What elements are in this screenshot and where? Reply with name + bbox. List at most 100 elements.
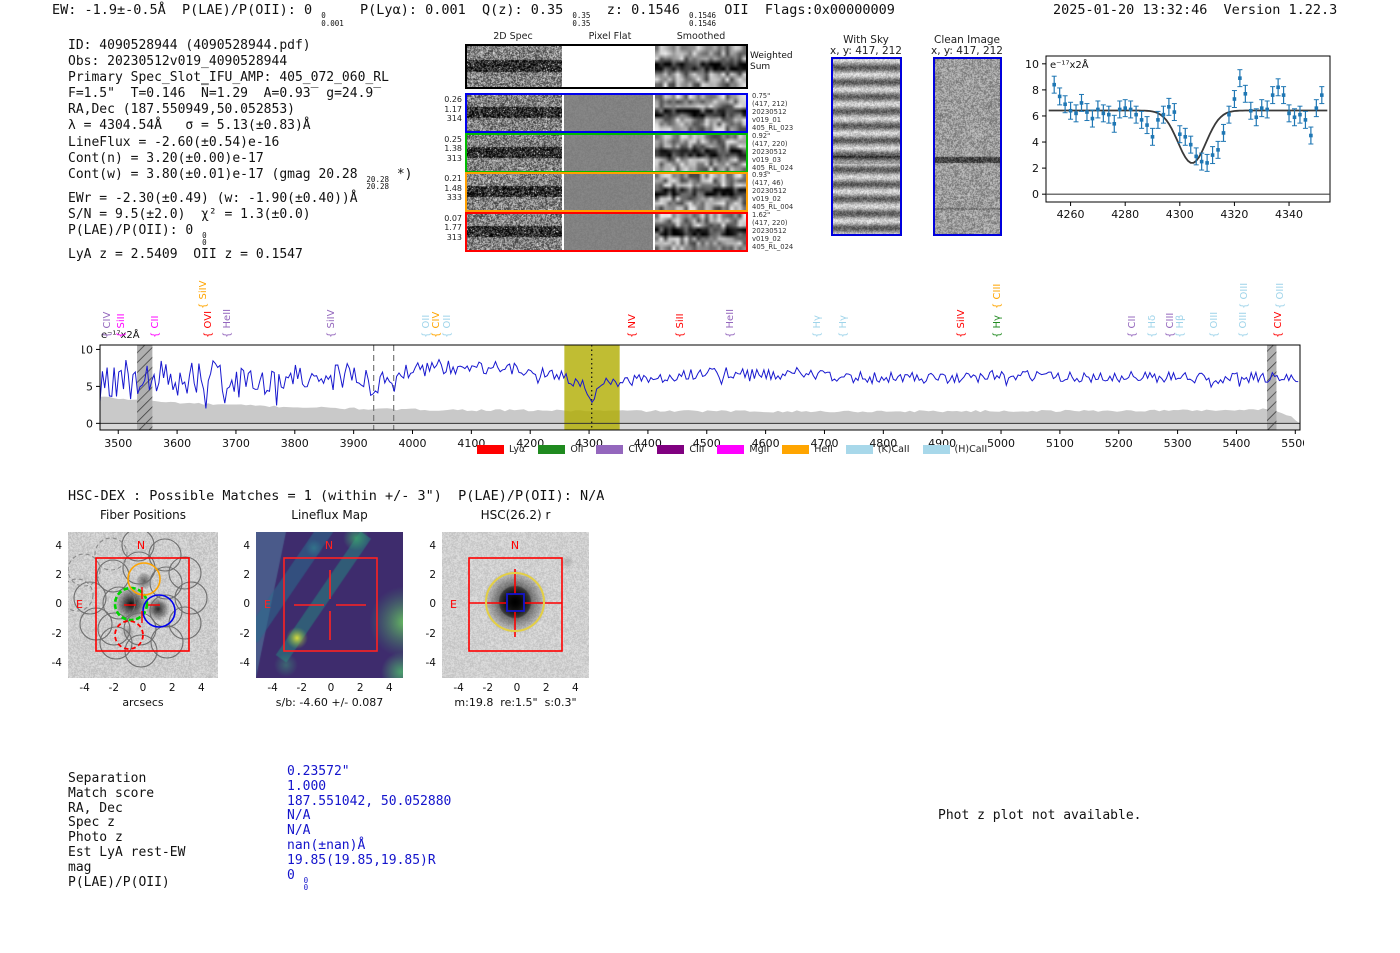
svg-text:N: N	[325, 539, 333, 552]
legend-item-(K)CaII: (K)CaII	[845, 444, 910, 455]
match-table-value: 0.23572"	[287, 764, 350, 779]
report-timestamp: 2025-01-20 13:32:46 Version 1.22.3	[1053, 2, 1337, 18]
info-line: LineFlux = -2.60(±0.54)e-16	[68, 134, 280, 150]
svg-text:2: 2	[1032, 162, 1039, 175]
svg-text:4000: 4000	[399, 437, 427, 450]
svg-text:4: 4	[1032, 136, 1039, 149]
svg-text:N: N	[511, 539, 519, 552]
info-line: λ = 4304.54Å σ = 5.13(±0.83)Å	[68, 118, 311, 134]
legend-swatch	[922, 445, 950, 454]
legend-swatch	[477, 445, 504, 454]
ytick-label: 4	[429, 540, 436, 552]
legend-swatch	[657, 445, 685, 454]
line-marker-CIII: { CIII	[991, 283, 1003, 309]
svg-text:e⁻¹⁷x2Å: e⁻¹⁷x2Å	[1050, 58, 1089, 71]
svg-text:4280: 4280	[1111, 208, 1139, 221]
spec2d-row-right-label: 0.93" (417, 46) 20230512 v019_02 405_RL_004	[752, 171, 794, 211]
svg-text:3600: 3600	[163, 437, 191, 450]
col-header-2dspec: 2D Spec	[493, 31, 533, 42]
svg-text:3700: 3700	[222, 437, 250, 450]
legend-swatch	[596, 445, 624, 454]
info-line: Primary Spec_Slot_IFU_AMP: 405_072_060_R…	[68, 70, 389, 86]
line-marker-Hγ: { Hγ	[991, 315, 1003, 338]
spec2d-row-left-label: 0.07 1.77 313	[444, 213, 462, 242]
svg-text:5300: 5300	[1164, 437, 1192, 450]
line-marker-OIII: { OIII	[1275, 282, 1287, 309]
xtick-label: -4	[267, 682, 278, 694]
info-line: ID: 4090528944 (4090528944.pdf)	[68, 38, 311, 53]
svg-text:3500: 3500	[104, 437, 132, 450]
legend-item-Lyα: Lyα	[477, 444, 525, 455]
svg-text:5500: 5500	[1281, 437, 1304, 450]
match-table-label: RA, Dec	[68, 800, 123, 816]
cutout-image-2: NE	[256, 532, 403, 678]
match-table-label: P(LAE)/P(OII)	[68, 874, 170, 890]
svg-text:8: 8	[1032, 84, 1039, 97]
ytick-label: 2	[55, 569, 62, 582]
spec2d-row-right-label: 0.92" (417, 220) 20230512 v019_03 405_RL_024	[752, 131, 794, 172]
svg-text:4320: 4320	[1220, 208, 1248, 221]
svg-text:5000: 5000	[987, 437, 1015, 450]
xtick-label: 4	[198, 682, 205, 694]
match-table-label: Match score	[68, 785, 155, 801]
svg-text:0: 0	[86, 417, 93, 430]
svg-text:5200: 5200	[1105, 437, 1133, 450]
report-version: Version 1.22.3	[1223, 2, 1338, 18]
ytick-label: -2	[425, 627, 436, 640]
line-marker-CIV: { CIV	[102, 311, 114, 338]
legend-item-CIV: CIV	[596, 444, 644, 455]
match-table-label: mag	[68, 859, 92, 875]
cutout-xlabel: m:19.8 re:1.5" s:0.3"	[454, 696, 577, 709]
line-fit-zoom-plot: 4260 4280 4300 4320 4340 0 2 4 6 8 10 e⁻¹⁷x2Å	[1025, 55, 1331, 221]
line-marker-OII: { OII	[442, 314, 454, 338]
line-marker-HeII: { HeII	[221, 308, 233, 338]
cutout-image-1: NE	[68, 532, 218, 678]
line-marker-Hβ: { Hβ	[1175, 314, 1187, 338]
legend-label: (H)CaII	[954, 444, 988, 455]
line-marker-CIV: { CIV	[431, 311, 443, 338]
line-marker-OIII: { OIII	[1237, 311, 1249, 338]
legend-item-CIII: CIII	[657, 444, 704, 455]
legend-swatch	[782, 445, 810, 454]
ytick-label: -2	[51, 627, 62, 640]
elixer-report-page: { "header": { "left_segments": [ {"t":"E…	[0, 0, 1400, 953]
match-table-value: N/A	[287, 808, 311, 824]
cleanimage-subtitle: x, y: 417, 212	[931, 45, 1003, 57]
legend-swatch	[845, 445, 873, 454]
legend-label: (K)CaII	[877, 444, 910, 455]
legend-label: MgII	[749, 444, 770, 455]
cutout-xlabel: s/b: -4.60 +/- 0.087	[275, 696, 384, 709]
col-header-pixelflat: Pixel Flat	[588, 31, 632, 42]
ytick-label: 2	[243, 569, 250, 582]
match-table-value: nan(±nan)Å	[287, 838, 366, 853]
svg-text:N: N	[137, 539, 145, 552]
xtick-label: 0	[513, 682, 521, 694]
svg-text:6: 6	[1032, 110, 1039, 123]
weighted-sum-label: Weighted Sum	[750, 51, 793, 72]
svg-text:4300: 4300	[1166, 208, 1194, 221]
photz-note: Phot z plot not available.	[938, 808, 1142, 823]
info-line: P(LAE)/P(OII): 0 00	[68, 222, 207, 248]
ytick-label: -4	[239, 656, 250, 669]
info-line: S/N = 9.5(±2.0) χ² = 1.3(±0.0)	[68, 206, 311, 222]
spectrum-legend: Lyα OII CIV CIII MgII HeII (K)CaII (H)CaII	[477, 444, 987, 455]
info-line: EWr = -2.30(±0.49) (w: -1.90(±0.40))Å	[68, 190, 358, 206]
info-line: Cont(w) = 3.80(±0.01)e-17 (gmag 20.28 20…	[68, 166, 413, 192]
spec2d-row	[465, 172, 748, 212]
svg-text:3900: 3900	[340, 437, 368, 450]
svg-text:4340: 4340	[1275, 208, 1303, 221]
xtick-label: 4	[386, 682, 393, 694]
cutout-title: Lineflux Map	[291, 508, 368, 522]
cutout-title: Fiber Positions	[99, 508, 187, 522]
info-line: Cont(n) = 3.20(±0.00)e-17	[68, 150, 264, 166]
info-line: RA,Dec (187.550949,50.052853)	[68, 102, 295, 118]
line-marker-Hδ: { Hδ	[1146, 314, 1158, 338]
col-header-smoothed: Smoothed	[676, 31, 726, 42]
match-table-value: 1.000	[287, 778, 327, 794]
cleanimage-image	[933, 57, 1002, 236]
cutout-title: HSC(26.2) r	[480, 508, 551, 522]
svg-text:5: 5	[86, 380, 93, 393]
ytick-label: 0	[55, 598, 62, 611]
svg-text:10: 10	[1025, 58, 1039, 71]
svg-text:4260: 4260	[1057, 208, 1085, 221]
